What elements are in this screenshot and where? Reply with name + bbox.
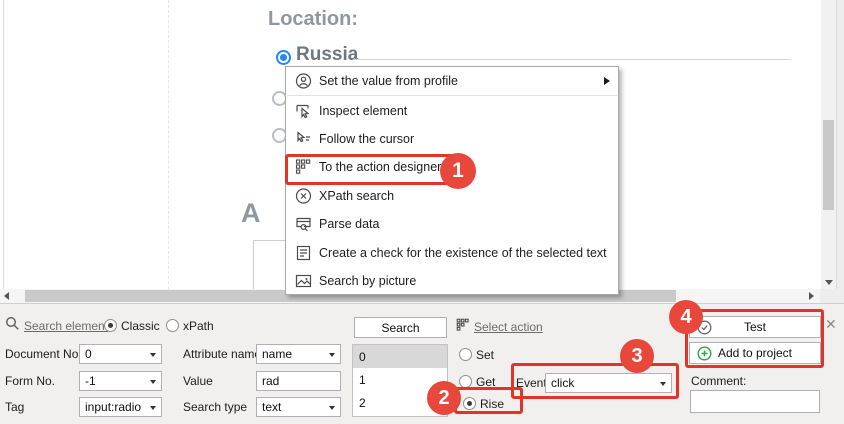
chevron-down-icon: [150, 406, 156, 410]
result-row-selected[interactable]: 0: [353, 345, 447, 368]
follow-cursor-icon: [295, 130, 312, 147]
radio-get-label[interactable]: Get: [476, 375, 495, 389]
event-value: click: [551, 376, 574, 390]
page-horizontal-rule: [353, 59, 791, 60]
menu-item-parse-data[interactable]: Parse data: [286, 210, 618, 238]
menu-item-label: XPath search: [319, 189, 394, 203]
xpath-search-icon: [295, 187, 312, 204]
form-no-label: Form No.: [5, 374, 55, 388]
add-to-project-button[interactable]: Add to project: [689, 342, 821, 364]
search-button[interactable]: Search: [354, 317, 447, 338]
page-border: [3, 0, 4, 289]
inspect-element-icon: [295, 102, 312, 119]
chevron-down-icon: [150, 353, 156, 357]
value-label: Value: [183, 374, 213, 388]
attribute-name-label: Attribute name: [183, 347, 261, 361]
menu-item-set-value-from-profile[interactable]: Set the value from profile: [286, 67, 618, 95]
document-no-combo[interactable]: 0: [79, 344, 162, 364]
menu-item-label: To the action designer: [319, 160, 441, 174]
parse-data-icon: [295, 216, 312, 233]
radio-russia-dot: [280, 54, 287, 61]
menu-item-search-by-picture[interactable]: Search by picture: [286, 267, 618, 295]
tag-combo[interactable]: input:radio: [79, 397, 162, 417]
radio-xpath[interactable]: [166, 319, 179, 332]
menu-item-label: Search by picture: [319, 274, 416, 288]
form-no-combo[interactable]: -1: [79, 371, 162, 391]
radio-rise-dot: [467, 401, 472, 406]
event-combo[interactable]: click: [545, 373, 672, 393]
attribute-name-combo[interactable]: name: [256, 344, 341, 364]
vertical-scrollbar-thumb[interactable]: [823, 120, 834, 210]
chevron-down-icon: [329, 353, 335, 357]
action-designer-icon: [295, 159, 312, 176]
value-input-text: rad: [262, 374, 279, 388]
option-russia-label[interactable]: Russia: [296, 44, 358, 66]
test-button-label: Test: [744, 320, 766, 334]
annotation-badge-3: 3: [620, 339, 654, 373]
close-icon[interactable]: ✕: [825, 316, 837, 333]
radio-rise[interactable]: [463, 397, 476, 410]
page-textbox-edge-left: [253, 240, 254, 290]
annotation-badge-4: 4: [669, 300, 703, 334]
window-right-strip: [836, 0, 844, 289]
radio-classic-label[interactable]: Classic: [121, 319, 160, 333]
form-no-value: -1: [85, 374, 96, 388]
radio-russia[interactable]: [276, 50, 291, 65]
annotation-badge-1: 1: [440, 153, 476, 189]
select-action-icon: [456, 318, 470, 332]
menu-item-label: Parse data: [319, 217, 379, 231]
add-to-project-label: Add to project: [718, 346, 792, 360]
scrollbar-corner: [820, 289, 844, 303]
chevron-down-icon: [660, 382, 666, 386]
menu-item-create-check-selected-text[interactable]: Create a check for the existence of the …: [286, 238, 618, 266]
page-heading-partial: A: [241, 198, 261, 229]
tag-label: Tag: [5, 400, 24, 414]
menu-item-follow-the-cursor[interactable]: Follow the cursor: [286, 125, 618, 153]
radio-set[interactable]: [459, 348, 472, 361]
screen: Location: Russia A Set the value from pr…: [0, 0, 844, 424]
comment-label: Comment:: [691, 374, 746, 388]
chevron-down-icon: [329, 406, 335, 410]
document-no-value: 0: [85, 347, 92, 361]
search-picture-icon: [295, 272, 312, 289]
menu-item-label: Follow the cursor: [319, 132, 414, 146]
search-type-combo[interactable]: text: [256, 397, 341, 417]
value-input[interactable]: rad: [256, 371, 341, 391]
page-guide-line: [168, 0, 169, 289]
chevron-down-icon: [150, 380, 156, 384]
event-label: Event: [516, 376, 547, 390]
document-no-label: Document No.: [5, 347, 82, 361]
menu-item-inspect-element[interactable]: Inspect element: [286, 96, 618, 124]
annotation-badge-2: 2: [427, 381, 461, 415]
radio-rise-label[interactable]: Rise: [480, 397, 504, 411]
search-icon: [5, 316, 20, 331]
radio-classic[interactable]: [104, 319, 117, 332]
scroll-right-arrow-icon[interactable]: [809, 292, 814, 300]
radio-set-label[interactable]: Set: [476, 348, 494, 362]
menu-item-label: Create a check for the existence of the …: [319, 246, 607, 260]
scroll-down-arrow-icon[interactable]: [825, 280, 833, 285]
radio-xpath-label[interactable]: xPath: [183, 319, 214, 333]
select-action-link[interactable]: Select action: [474, 320, 543, 334]
menu-item-label: Set the value from profile: [319, 74, 458, 88]
test-button[interactable]: Test: [689, 316, 821, 338]
attribute-name-value: name: [262, 347, 292, 361]
page-heading-location: Location:: [268, 8, 358, 31]
scroll-left-arrow-icon[interactable]: [4, 292, 9, 300]
search-element-link[interactable]: Search element: [24, 319, 108, 333]
menu-item-label: Inspect element: [319, 104, 407, 118]
search-element-panel: Search element Classic xPath Search Sele…: [0, 303, 844, 424]
check-text-icon: [295, 244, 312, 261]
radio-classic-dot: [108, 323, 113, 328]
vertical-scrollbar[interactable]: [821, 0, 836, 289]
plus-circle-icon: [697, 346, 712, 364]
submenu-arrow-icon: [604, 77, 610, 85]
search-type-value: text: [262, 400, 281, 414]
tag-value: input:radio: [85, 400, 141, 414]
search-type-label: Search type: [183, 400, 247, 414]
profile-icon: [295, 73, 312, 90]
radio-get[interactable]: [459, 375, 472, 388]
comment-input[interactable]: [690, 390, 820, 413]
